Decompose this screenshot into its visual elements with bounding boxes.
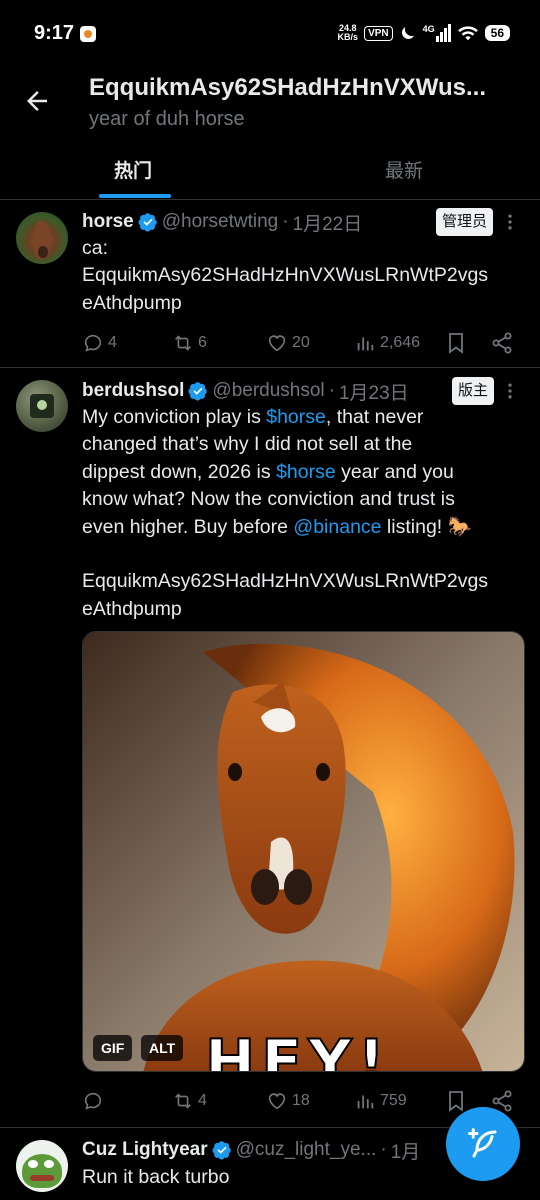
like-button[interactable]: 20 <box>266 330 310 356</box>
like-count: 18 <box>292 1092 310 1109</box>
role-badge: 版主 <box>452 377 495 405</box>
repost-count: 4 <box>198 1092 207 1109</box>
separator-dot: · <box>328 380 335 401</box>
gif-caption: HEY! <box>204 1027 392 1072</box>
repost-count: 6 <box>198 334 207 351</box>
tweet[interactable]: berdushsol @berdushsol · 1月23日 版主 My con… <box>0 369 540 1128</box>
tweet-text-line: changed that’s why I did not sell at the <box>82 433 413 456</box>
analytics-icon <box>357 1095 374 1109</box>
moon-icon <box>401 27 414 39</box>
status-bar: 9:17 24.8 KB/s VPN 4G 56 <box>0 0 540 66</box>
avatar[interactable] <box>16 380 68 432</box>
back-arrow-icon[interactable] <box>22 86 52 116</box>
bookmark-icon[interactable] <box>444 1089 468 1113</box>
views-button[interactable]: 759 <box>354 1088 407 1114</box>
heart-icon <box>268 335 286 352</box>
tweet-text-line: eAthdpump <box>82 597 182 620</box>
verified-badge-icon <box>138 213 157 232</box>
tweet-text-line: even higher. Buy before @binance listing… <box>82 515 472 538</box>
tweet-date[interactable]: 1月 <box>391 1137 421 1164</box>
bookmark-icon[interactable] <box>444 331 468 355</box>
status-indicators: 24.8 KB/s VPN 4G 56 <box>338 22 510 44</box>
wifi-icon <box>457 26 478 41</box>
repost-button[interactable]: 6 <box>172 330 207 356</box>
author-handle[interactable]: @cuz_light_ye... <box>236 1139 377 1161</box>
repost-icon <box>175 335 191 351</box>
author-handle[interactable]: @horsetwting <box>162 211 278 233</box>
avatar[interactable] <box>16 212 68 264</box>
like-count: 20 <box>292 334 310 351</box>
share-icon[interactable] <box>490 331 514 355</box>
tab-latest[interactable]: 最新 <box>385 156 423 183</box>
separator-dot: · <box>282 211 289 232</box>
battery-icon: 56 <box>484 25 510 41</box>
active-tab-indicator <box>99 194 171 198</box>
tweet-text-line: know what? Now the conviction and trust … <box>82 488 455 511</box>
analytics-icon <box>357 337 374 351</box>
view-count: 2,646 <box>380 334 421 351</box>
separator-dot: · <box>380 1139 387 1160</box>
reply-icon <box>84 1092 102 1110</box>
like-button[interactable]: 18 <box>266 1088 310 1114</box>
tweet-header: berdushsol @berdushsol · 1月23日 <box>82 378 409 404</box>
page-subtitle: year of duh horse <box>89 108 245 130</box>
tweet-date[interactable]: 1月22日 <box>293 209 363 236</box>
tweet-text-line: EqquikmAsy62SHadHzHnVXWusLRnWtP2vgs <box>82 264 489 287</box>
repost-button[interactable]: 4 <box>172 1088 207 1114</box>
reply-count: 4 <box>108 334 117 351</box>
more-options-icon[interactable] <box>500 381 520 401</box>
mention-link[interactable]: @binance <box>293 516 381 538</box>
horse-gif-image <box>83 632 524 1071</box>
network-type: 4G <box>422 24 435 34</box>
views-button[interactable]: 2,646 <box>354 330 420 356</box>
tweet-text-line: EqquikmAsy62SHadHzHnVXWusLRnWtP2vgs <box>82 570 489 593</box>
page-title: EqquikmAsy62SHadHzHnVXWus... <box>89 74 486 101</box>
author-handle[interactable]: @berdushsol <box>212 380 324 402</box>
cashtag-link[interactable]: $horse <box>266 406 326 428</box>
tweet-header: horse @horsetwting · 1月22日 <box>82 209 362 235</box>
tweet-text: My conviction play is $horse, that never… <box>82 404 530 623</box>
tweet-text-line: ca: <box>82 237 109 259</box>
more-options-icon[interactable] <box>500 212 520 232</box>
tweet-text: ca: EqquikmAsy62SHadHzHnVXWusLRnWtP2vgs … <box>82 235 530 317</box>
feather-plus-icon <box>468 1128 497 1158</box>
tweet-header: Cuz Lightyear @cuz_light_ye... · 1月 <box>82 1137 420 1163</box>
gif-label: GIF <box>93 1035 133 1061</box>
reply-icon <box>84 334 102 352</box>
author-name[interactable]: Cuz Lightyear <box>82 1139 208 1161</box>
notification-icon <box>80 26 96 42</box>
vpn-icon: VPN <box>364 25 393 41</box>
tweet-text-line: dippest down, 2026 is $horse year and yo… <box>82 460 454 483</box>
tweet[interactable]: horse @horsetwting · 1月22日 管理员 ca: Eqqui… <box>0 200 540 368</box>
tweet-text-line: eAthdpump <box>82 291 182 314</box>
reply-button[interactable]: 4 <box>82 330 117 356</box>
tweet-date[interactable]: 1月23日 <box>339 378 409 405</box>
reply-button[interactable] <box>82 1088 108 1114</box>
role-badge: 管理员 <box>436 208 494 236</box>
network-speed: 24.8 KB/s <box>338 24 359 42</box>
verified-badge-icon <box>212 1141 231 1160</box>
cellular-signal-icon: 4G <box>423 24 451 42</box>
tab-hot[interactable]: 热门 <box>114 156 152 183</box>
repost-icon <box>175 1093 191 1109</box>
cashtag-link[interactable]: $horse <box>276 461 336 483</box>
view-count: 759 <box>380 1092 407 1109</box>
status-time: 9:17 <box>34 22 75 44</box>
author-name[interactable]: berdushsol <box>82 380 184 402</box>
compose-post-button[interactable] <box>446 1107 520 1181</box>
network-speed-unit: KB/s <box>337 32 359 42</box>
avatar[interactable] <box>16 1140 68 1192</box>
tweet-media-gif[interactable]: HEY! GIF ALT <box>82 631 525 1072</box>
community-header: EqquikmAsy62SHadHzHnVXWus... year of duh… <box>0 66 540 200</box>
tweet-text-line: My conviction play is $horse, that never <box>82 406 424 428</box>
verified-badge-icon <box>188 382 208 401</box>
heart-icon <box>268 1093 286 1110</box>
tweet-actions: 4 6 20 2,646 <box>82 330 522 356</box>
author-name[interactable]: horse <box>82 211 134 233</box>
tweet-actions: 4 18 759 <box>82 1088 522 1114</box>
alt-text-button[interactable]: ALT <box>141 1035 184 1061</box>
